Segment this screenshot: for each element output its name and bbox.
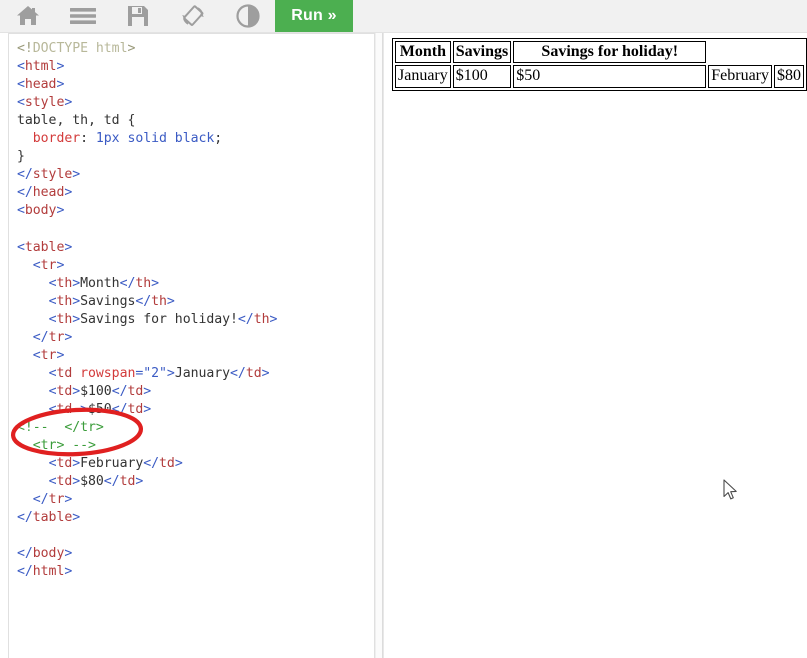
run-button[interactable]: Run » — [275, 0, 353, 32]
table-cell-savings-2: $80 — [774, 65, 804, 88]
save-button[interactable] — [110, 0, 165, 32]
table-cell-month: January — [395, 65, 451, 88]
rendered-output-table: Month Savings Savings for holiday! Janua… — [392, 38, 807, 91]
code-editor-content[interactable]: <!DOCTYPE html> <html> <head> <style> ta… — [17, 40, 277, 581]
rotate-layout-button[interactable] — [165, 0, 220, 32]
save-icon — [126, 4, 150, 28]
table-row: January $100 $50 February $80 — [395, 65, 804, 88]
rotate-layout-icon — [180, 3, 206, 29]
table-cell-savings: $100 — [452, 65, 512, 88]
table-header-cell: Savings for holiday! — [513, 41, 707, 64]
table-header-row: Month Savings Savings for holiday! — [395, 41, 804, 64]
table-header-cell: Savings — [452, 41, 512, 64]
code-editor-panel[interactable]: <!DOCTYPE html> <html> <head> <style> ta… — [8, 33, 375, 658]
contrast-toggle-button[interactable] — [220, 0, 275, 32]
toolbar: Run » — [0, 0, 807, 33]
output-preview-panel: Month Savings Savings for holiday! Janua… — [383, 33, 807, 658]
panel-splitter[interactable] — [375, 33, 383, 658]
table-cell-holiday: $50 — [513, 65, 707, 88]
menu-icon — [69, 6, 97, 26]
menu-button[interactable] — [55, 0, 110, 32]
home-icon — [15, 4, 41, 28]
home-button[interactable] — [0, 0, 55, 32]
contrast-icon — [235, 4, 260, 28]
table-header-cell: Month — [395, 41, 451, 64]
table-cell-month-2: February — [708, 65, 772, 88]
